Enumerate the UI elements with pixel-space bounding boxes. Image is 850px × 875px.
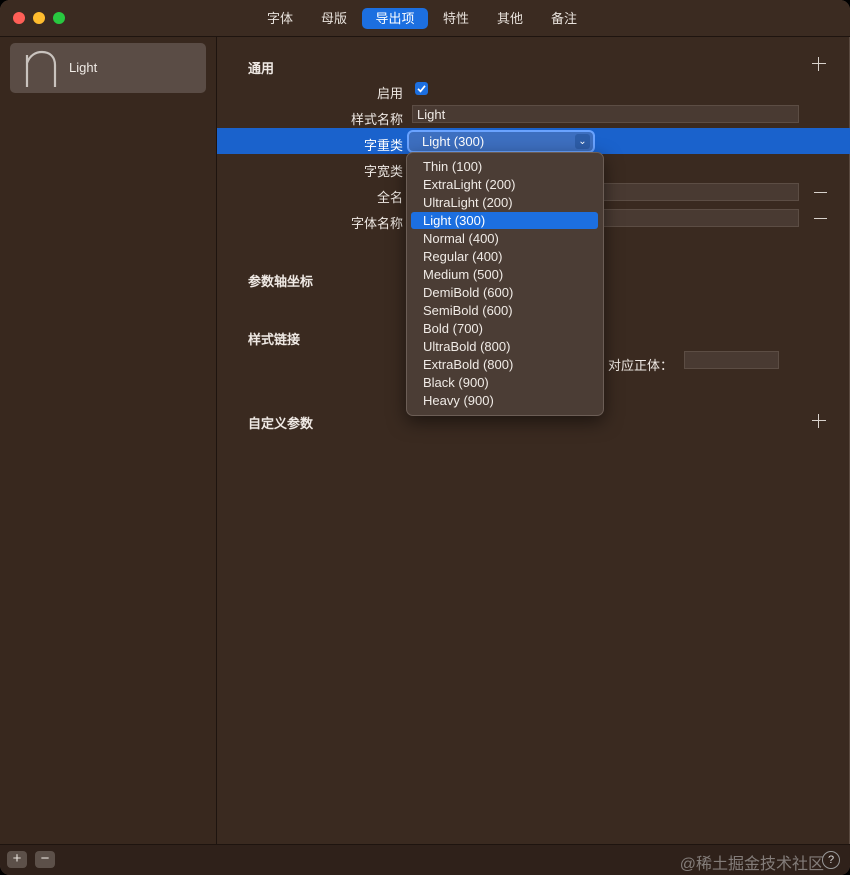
glyph-preview-icon <box>25 50 57 87</box>
font-name-field[interactable] <box>601 209 799 227</box>
section-general: 通用 <box>248 61 275 76</box>
remove-full-name-button[interactable] <box>814 192 827 194</box>
tab-other[interactable]: 其他 <box>488 8 532 29</box>
sidebar-item-label: Light <box>69 60 98 75</box>
add-general-button[interactable] <box>812 57 826 71</box>
add-custom-parameter-button[interactable] <box>812 414 826 428</box>
width-class-label: 字宽类 <box>363 164 403 179</box>
style-name-label: 样式名称 <box>350 112 403 127</box>
menu-item-weight[interactable]: UltraLight (200) <box>411 194 598 211</box>
bottom-bar: + − @稀土掘金技术社区 ? <box>0 844 850 875</box>
enabled-checkbox[interactable] <box>415 82 428 95</box>
menu-item-weight[interactable]: Regular (400) <box>411 248 598 265</box>
menu-item-weight[interactable]: Black (900) <box>411 374 598 391</box>
tab-features[interactable]: 特性 <box>434 8 478 29</box>
remove-font-name-button[interactable] <box>814 218 827 220</box>
full-name-label: 全名 <box>376 190 403 205</box>
font-name-label: 字体名称 <box>350 216 403 231</box>
menu-item-weight-selected[interactable]: Light (300) <box>411 212 598 229</box>
menu-item-weight[interactable]: Normal (400) <box>411 230 598 247</box>
window: 字体 母版 导出项 特性 其他 备注 Light 通用 启用 样式名称 Ligh… <box>0 0 850 875</box>
menu-item-weight[interactable]: Heavy (900) <box>411 392 598 409</box>
full-name-field[interactable] <box>601 183 799 201</box>
menu-item-weight[interactable]: Thin (100) <box>411 158 598 175</box>
section-style-linking: 样式链接 <box>248 332 301 347</box>
menu-item-weight[interactable]: Bold (700) <box>411 320 598 337</box>
tab-notes[interactable]: 备注 <box>542 8 586 29</box>
style-name-field[interactable]: Light <box>412 105 799 123</box>
section-axis-coordinates: 参数轴坐标 <box>248 274 314 289</box>
help-button[interactable]: ? <box>822 851 840 869</box>
tab-exports[interactable]: 导出项 <box>362 8 428 29</box>
sidebar-item-light[interactable]: Light <box>10 43 206 93</box>
weight-class-dropdown-menu: Thin (100) ExtraLight (200) UltraLight (… <box>406 152 604 416</box>
instances-sidebar: Light <box>0 37 217 844</box>
tab-masters[interactable]: 母版 <box>312 8 356 29</box>
add-instance-button[interactable]: + <box>7 851 27 868</box>
menu-item-weight[interactable]: DemiBold (600) <box>411 284 598 301</box>
weight-class-label: 字重类 <box>363 138 403 153</box>
remove-instance-button[interactable]: − <box>35 851 55 868</box>
watermark: @稀土掘金技术社区 <box>679 856 824 873</box>
chevron-down-icon: ⌄ <box>575 134 590 149</box>
weight-class-value: Light (300) <box>422 134 485 149</box>
weight-class-popup[interactable]: Light (300) ⌄ <box>409 132 593 151</box>
tab-bar: 字体 母版 导出项 特性 其他 备注 <box>0 8 850 30</box>
menu-item-weight[interactable]: Medium (500) <box>411 266 598 283</box>
menu-item-weight[interactable]: SemiBold (600) <box>411 302 598 319</box>
section-custom-parameters: 自定义参数 <box>248 416 314 431</box>
menu-item-weight[interactable]: ExtraLight (200) <box>411 176 598 193</box>
menu-item-weight[interactable]: UltraBold (800) <box>411 338 598 355</box>
title-bar: 字体 母版 导出项 特性 其他 备注 <box>0 0 850 37</box>
tab-font[interactable]: 字体 <box>258 8 302 29</box>
regular-counterpart-field[interactable] <box>684 351 779 369</box>
enabled-label: 启用 <box>376 86 403 101</box>
menu-item-weight[interactable]: ExtraBold (800) <box>411 356 598 373</box>
checkmark-icon <box>417 85 426 93</box>
